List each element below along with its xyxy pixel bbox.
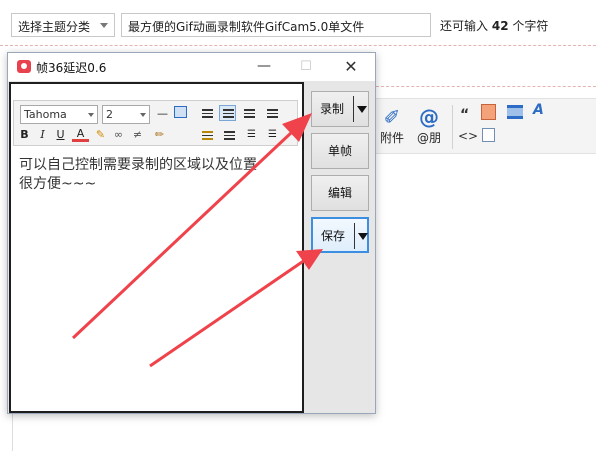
arrow-to-save-head	[296, 249, 323, 270]
arrow-to-record-line	[71, 130, 294, 340]
annotation-arrows	[71, 113, 323, 368]
arrow-to-save-line	[149, 258, 306, 368]
